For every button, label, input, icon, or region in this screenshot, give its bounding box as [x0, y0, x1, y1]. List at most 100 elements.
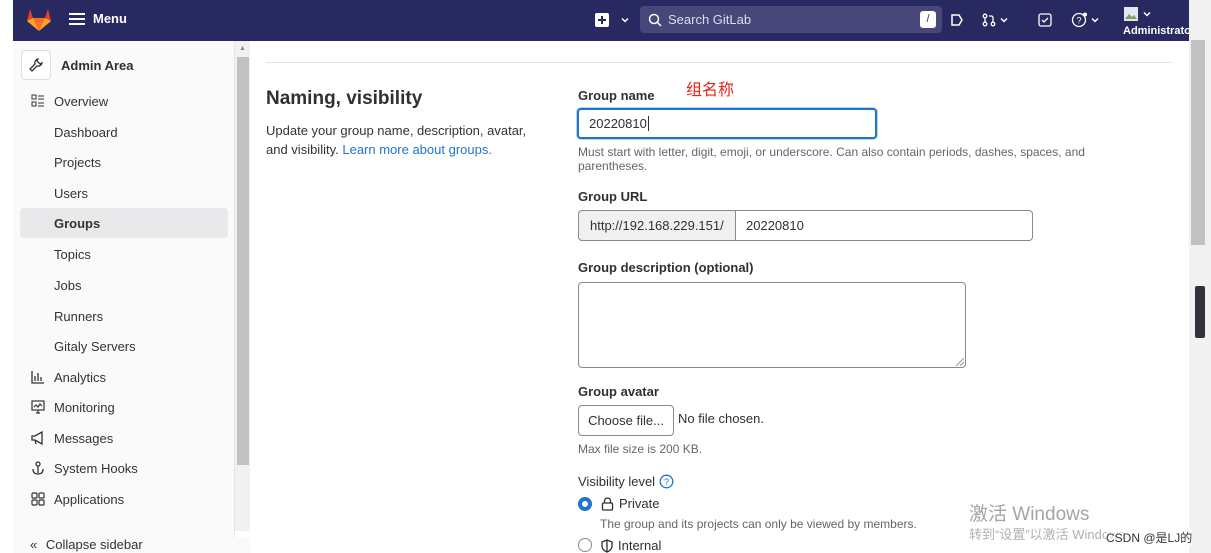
menu-label: Menu: [93, 11, 127, 26]
sidebar-item-dashboard[interactable]: Dashboard: [20, 117, 228, 147]
chevron-down-icon: [621, 17, 629, 23]
sidebar-item-label: Overview: [54, 93, 109, 109]
sidebar-item-monitoring[interactable]: Monitoring: [20, 392, 228, 422]
group-description-textarea[interactable]: [578, 282, 966, 368]
top-navbar: Menu Search GitLab / ? Administrato: [13, 0, 1191, 41]
overview-icon: [31, 94, 44, 107]
search-shortcut-badge: /: [920, 11, 936, 28]
group-description-label: Group description (optional): [578, 260, 754, 275]
visibility-level-text: Visibility level: [578, 474, 656, 489]
choose-file-button[interactable]: Choose file...: [578, 405, 674, 436]
private-help: The group and its projects can only be v…: [600, 517, 917, 531]
resize-handle-icon[interactable]: [956, 358, 964, 366]
sidebar-item-label: Runners: [54, 308, 104, 324]
group-url-value: 20220810: [746, 218, 804, 233]
windows-activation-title: 激活 Windows: [969, 504, 1090, 525]
sidebar-item-projects[interactable]: Projects: [20, 147, 228, 177]
sidebar-item-system-hooks[interactable]: System Hooks: [20, 453, 228, 483]
gitlab-logo-icon[interactable]: [25, 6, 53, 32]
internal-label: Internal: [618, 538, 662, 553]
sidebar-scrollbar-thumb[interactable]: [237, 57, 249, 465]
wrench-icon: [29, 58, 43, 72]
private-label: Private: [619, 496, 660, 511]
internal-radio[interactable]: [578, 538, 592, 552]
admin-sidebar: Admin Area Overview Dashboard Projects U…: [13, 41, 235, 553]
group-name-value: 20220810: [589, 116, 647, 131]
sidebar-item-runners[interactable]: Runners: [20, 301, 228, 331]
private-radio[interactable]: [578, 497, 592, 511]
group-name-input[interactable]: 20220810: [577, 108, 877, 139]
group-url-prefix: http://192.168.229.151/: [578, 210, 736, 241]
help-dropdown[interactable]: ?: [1071, 11, 1100, 29]
sidebar-item-topics[interactable]: Topics: [20, 239, 228, 269]
sidebar-item-label: Analytics: [54, 369, 107, 385]
internal-option[interactable]: Internal: [601, 538, 661, 553]
sidebar-item-label: Messages: [54, 430, 114, 446]
private-option[interactable]: Private: [601, 496, 659, 511]
scroll-up-arrow-icon[interactable]: ▲: [239, 45, 246, 52]
sidebar-item-jobs[interactable]: Jobs: [20, 270, 228, 300]
csdn-watermark: CSDN @是LJ的: [1106, 529, 1193, 546]
sidebar-item-label: Gitaly Servers: [54, 338, 136, 354]
sidebar-item-messages[interactable]: Messages: [20, 423, 228, 453]
double-chevron-left-icon: «: [30, 537, 38, 552]
side-widget: [1195, 286, 1205, 338]
sidebar-item-gitaly-servers[interactable]: Gitaly Servers: [20, 331, 228, 361]
section-title: Naming, visibility: [266, 88, 423, 109]
new-item-dropdown[interactable]: [595, 11, 630, 29]
group-avatar-label: Group avatar: [578, 384, 659, 399]
plus-square-icon: [595, 13, 609, 27]
sidebar-item-label: Topics: [54, 246, 91, 262]
no-file-chosen-text: No file chosen.: [678, 411, 764, 426]
learn-more-link[interactable]: Learn more about groups.: [342, 142, 492, 157]
visibility-level-label: Visibility level ?: [578, 474, 674, 489]
sidebar-item-users[interactable]: Users: [20, 178, 228, 208]
sidebar-item-groups[interactable]: Groups: [20, 208, 228, 238]
menu-button[interactable]: Menu: [69, 11, 127, 26]
text-cursor: [647, 116, 649, 131]
admin-area-avatar: [21, 50, 51, 80]
lock-icon: [601, 496, 614, 511]
help-icon: ?: [1071, 12, 1087, 28]
sidebar-item-label: Applications: [54, 491, 125, 507]
analytics-icon: [31, 371, 44, 384]
sidebar-item-label: Dashboard: [54, 124, 118, 140]
hamburger-icon: [69, 12, 85, 25]
merge-requests-dropdown[interactable]: [982, 11, 1009, 29]
annotation-text: 组名称: [686, 82, 735, 99]
messages-icon: [31, 431, 43, 445]
chevron-down-icon: [1143, 11, 1151, 17]
question-circle-icon[interactable]: ?: [659, 474, 674, 489]
group-name-label: Group name: [578, 88, 655, 103]
svg-text:?: ?: [1076, 16, 1081, 26]
sidebar-item-applications[interactable]: Applications: [20, 484, 228, 514]
collapse-sidebar-label: Collapse sidebar: [45, 537, 143, 552]
max-file-size-text: Max file size is 200 KB.: [578, 442, 703, 456]
group-url-input[interactable]: 20220810: [735, 210, 1033, 241]
search-box[interactable]: Search GitLab /: [640, 6, 942, 33]
user-menu[interactable]: Administrato: [1123, 6, 1191, 37]
shield-icon: [601, 538, 613, 553]
sidebar-item-label: Users: [54, 185, 88, 201]
page-scrollbar-thumb[interactable]: [1191, 40, 1205, 245]
sidebar-item-label: Projects: [54, 154, 101, 170]
page-scrollbar[interactable]: [1189, 0, 1211, 553]
sidebar-item-overview[interactable]: Overview: [20, 86, 228, 116]
collapse-sidebar-button[interactable]: « Collapse sidebar: [13, 537, 251, 553]
search-placeholder: Search GitLab: [668, 12, 752, 27]
sidebar-title: Admin Area: [61, 57, 134, 73]
issues-button[interactable]: [950, 11, 964, 29]
sidebar-item-analytics[interactable]: Analytics: [20, 362, 228, 392]
sidebar-item-label: System Hooks: [54, 460, 138, 476]
sidebar-header[interactable]: Admin Area: [21, 50, 233, 80]
todos-button[interactable]: [1038, 11, 1052, 29]
merge-request-icon: [982, 13, 996, 27]
group-name-help: Must start with letter, digit, emoji, or…: [578, 145, 1085, 173]
sidebar-scrollbar[interactable]: ▲: [235, 41, 250, 531]
chevron-down-icon: [1000, 17, 1008, 23]
group-url-label: Group URL: [578, 189, 648, 204]
chevron-down-icon: [1091, 17, 1099, 23]
todo-check-icon: [1038, 13, 1052, 27]
search-icon: [648, 13, 662, 27]
sidebar-item-label: Jobs: [54, 277, 82, 293]
